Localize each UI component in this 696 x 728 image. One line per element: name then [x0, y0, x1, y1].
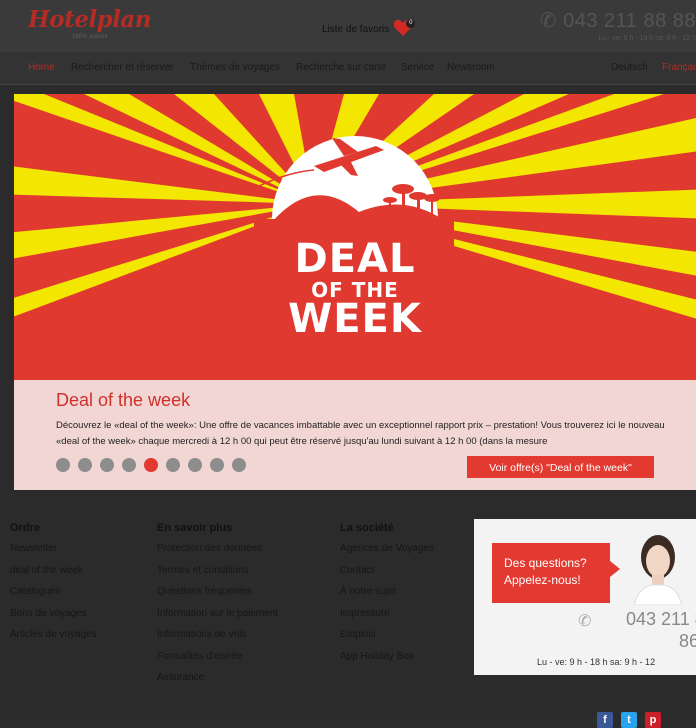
footer-link-terms[interactable]: Termes et conditions [157, 565, 278, 587]
favorites-label: Liste de favoris [322, 23, 390, 35]
contact-phone-tail: 86 [679, 631, 696, 651]
footer-heading-company: La société [340, 522, 394, 534]
deal-heading: Deal of the week [56, 390, 191, 410]
logo-tagline: 100% suisse [72, 34, 108, 40]
nav-service[interactable]: Service [401, 62, 434, 73]
deal-description: Découvrez le «deal of the week»: Une off… [56, 420, 665, 447]
footer-link-contact[interactable]: Contact [340, 565, 434, 587]
bubble-tail [610, 561, 620, 577]
facebook-icon[interactable]: f [597, 712, 613, 728]
pinterest-icon[interactable]: p [645, 712, 661, 728]
footer-link-entry[interactable]: Formalités d'entrée [157, 651, 278, 673]
footer-link-vouchers[interactable]: Bons de voyages [10, 608, 97, 630]
footer-link-travel-items[interactable]: Articles de voyages [10, 629, 97, 651]
footer-link-app[interactable]: App Holiday Box [340, 651, 434, 673]
slider-dot-2[interactable] [78, 458, 92, 472]
slider-dot-8[interactable] [210, 458, 224, 472]
deal-of-week-banner[interactable]: DEAL OF THE WEEK Deal of the week Découv… [14, 94, 696, 490]
nav-search-book[interactable]: Rechercher et réserver [71, 62, 173, 73]
slider-dot-9[interactable] [232, 458, 246, 472]
favorites-count: 0 [406, 19, 416, 28]
footer-link-impressum[interactable]: Impressum [340, 608, 434, 630]
footer-link-flights[interactable]: Informations de vols [157, 629, 278, 651]
footer-link-faq[interactable]: Questions fréquentes [157, 586, 278, 608]
main-nav: Home Rechercher et réserver Thèmes de vo… [0, 52, 696, 85]
header-phone[interactable]: ✆ 043 211 88 88 [540, 8, 696, 33]
lang-deutsch[interactable]: Deutsch [611, 62, 648, 73]
slider-dot-6[interactable] [166, 458, 180, 472]
lang-francais[interactable]: Français [662, 62, 696, 73]
phone-icon: ✆ [578, 613, 592, 630]
header-phone-number: 043 211 88 88 [563, 10, 696, 32]
agent-avatar [633, 535, 683, 605]
footer-link-insurance[interactable]: Assurance [157, 672, 278, 694]
contact-hours: Lu - ve: 9 h - 18 h sa: 9 h - 12 [537, 657, 656, 667]
hotelplan-logo[interactable]: Hotelplan [28, 6, 152, 33]
nav-newsroom[interactable]: Newsroom [447, 62, 495, 73]
twitter-icon[interactable]: t [621, 712, 637, 728]
slider-dots [56, 458, 246, 472]
nav-themes[interactable]: Thèmes de voyages [190, 62, 280, 73]
footer-link-jobs[interactable]: Emplois [340, 629, 434, 651]
footer-link-newsletter[interactable]: Newsletter [10, 543, 97, 565]
slider-dot-1[interactable] [56, 458, 70, 472]
footer-link-agencies[interactable]: Agences de Voyages [340, 543, 434, 565]
slider-dot-4[interactable] [122, 458, 136, 472]
footer-heading-ordre: Ordre [10, 522, 40, 534]
phone-icon: ✆ [539, 10, 558, 32]
contact-phone[interactable]: 043 211 88 [626, 609, 696, 630]
header-hours: Lu - ve: 9 h - 18 h sa: 9 h - 12 h [598, 35, 696, 42]
footer-column-company: La société Agences de Voyages Contact À … [340, 522, 434, 672]
nav-home[interactable]: Home [28, 62, 55, 73]
deal-info-panel: Deal of the week Découvrez le «deal of t… [14, 380, 696, 490]
slider-dot-7[interactable] [188, 458, 202, 472]
footer-column-ordre: Ordre Newsletter deal of the week Catalo… [10, 522, 97, 651]
contact-box: Des questions? Appelez-nous! ✆ 043 211 8… [474, 519, 696, 675]
slider-dot-3[interactable] [100, 458, 114, 472]
footer-link-privacy[interactable]: Protection des données [157, 543, 278, 565]
bubble-line2: Appelez-nous! [504, 573, 581, 587]
footer-link-payment[interactable]: Information sur le paiement [157, 608, 278, 630]
questions-bubble: Des questions? Appelez-nous! [492, 543, 610, 603]
deal-title-line3: WEEK [288, 296, 422, 342]
favorites-link[interactable]: Liste de favoris 0 [322, 19, 416, 39]
site-header: Hotelplan 100% suisse Liste de favoris 0… [0, 0, 696, 52]
footer-column-info: En savoir plus Protection des données Te… [157, 522, 278, 694]
footer-link-about[interactable]: À notre sujet [340, 586, 434, 608]
footer-link-catalogues[interactable]: Catalogues [10, 586, 97, 608]
view-offer-button[interactable]: Voir offre(s) "Deal of the week" [467, 456, 654, 478]
deal-title-line1: DEAL [294, 236, 416, 282]
nav-map-search[interactable]: Recherche sur carte [296, 62, 386, 73]
slider-dot-5[interactable] [144, 458, 158, 472]
footer-link-deal-of-week[interactable]: deal of the week [10, 565, 97, 587]
footer-heading-info: En savoir plus [157, 522, 233, 534]
bubble-line1: Des questions? [504, 556, 587, 570]
social-links: f t p [597, 712, 661, 728]
heart-icon: 0 [393, 19, 416, 39]
